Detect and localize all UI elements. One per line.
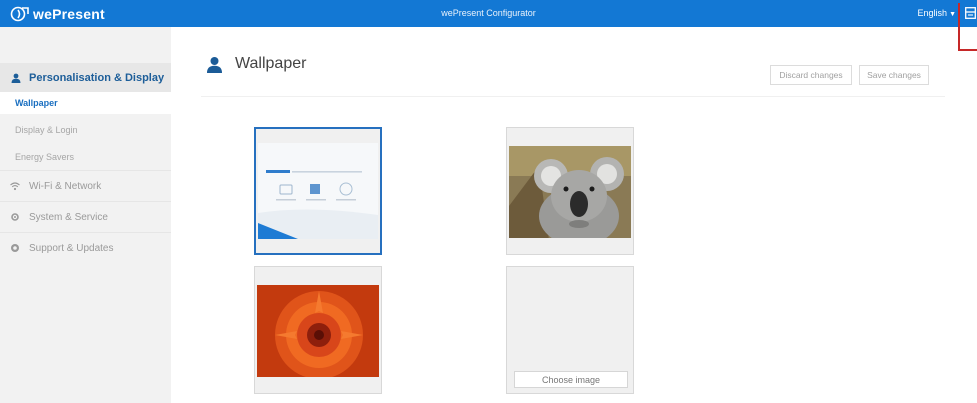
sidebar-item-energy-savers[interactable]: Energy Savers [15, 152, 74, 162]
sidebar-item-wifi-network[interactable]: Wi-Fi & Network [0, 170, 171, 201]
language-selector[interactable]: English ▼ [918, 8, 956, 18]
sidebar-section-personalisation[interactable]: Personalisation & Display [0, 63, 171, 92]
person-icon [11, 73, 21, 83]
red-flower-image [257, 285, 379, 377]
divider [201, 96, 945, 97]
wallpaper-preview-koala [509, 146, 631, 238]
language-label: English [917, 8, 948, 18]
choose-image-button[interactable]: Choose image [514, 371, 628, 388]
wallpaper-tile-custom[interactable]: Choose image [506, 266, 634, 394]
lifebuoy-icon [11, 244, 19, 252]
koala-image [509, 146, 631, 238]
highlight-box [958, 3, 977, 51]
wifi-icon [10, 182, 20, 191]
wallpaper-preview-flower [257, 285, 379, 377]
page-title: Wallpaper [235, 55, 307, 72]
top-bar: wePresent wePresent Configurator English… [0, 0, 977, 27]
wallpaper-tile-flower[interactable] [254, 266, 382, 394]
sidebar-section-label: Personalisation & Display [29, 71, 165, 84]
app-title: wePresent Configurator [441, 8, 536, 18]
sidebar-item-system-service[interactable]: System & Service [0, 201, 171, 232]
page-header: Wallpaper [206, 53, 306, 75]
wallpaper-preview-default [258, 143, 378, 239]
sidebar: Personalisation & Display Wallpaper Disp… [0, 27, 171, 403]
sidebar-item-display-login[interactable]: Display & Login [15, 125, 78, 135]
save-changes-button[interactable]: Save changes [859, 65, 929, 85]
discard-changes-button[interactable]: Discard changes [770, 65, 852, 85]
caret-down-icon: ▼ [949, 11, 956, 18]
sidebar-item-support-updates[interactable]: Support & Updates [0, 232, 171, 263]
wallpaper-tile-koala[interactable] [506, 127, 634, 255]
default-wallpaper-image [258, 143, 378, 239]
person-icon [207, 56, 222, 73]
sidebar-item-wallpaper[interactable]: Wallpaper [15, 98, 58, 108]
sidebar-item-label: Support & Updates [29, 242, 114, 254]
wallpaper-tile-default[interactable] [254, 127, 382, 255]
gear-icon [11, 213, 19, 221]
sidebar-item-label: System & Service [29, 211, 108, 223]
sidebar-item-label: Wi-Fi & Network [29, 180, 102, 192]
